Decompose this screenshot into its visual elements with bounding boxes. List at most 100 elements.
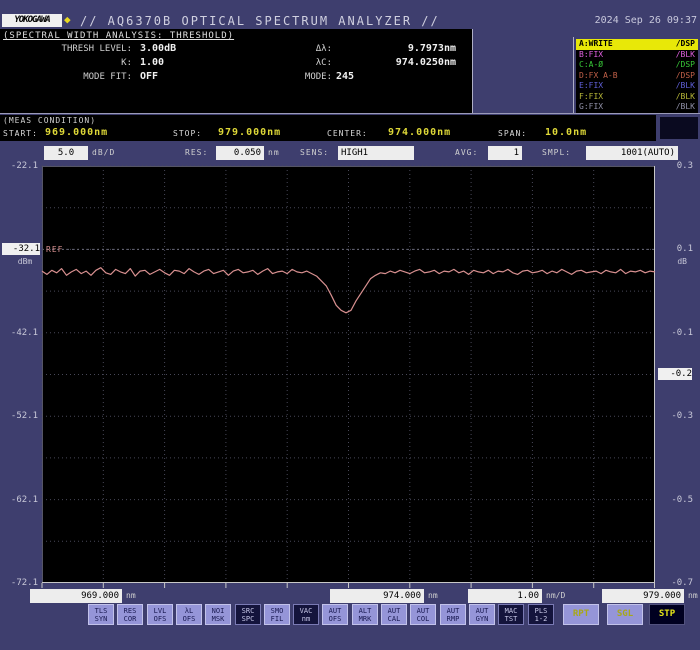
- center-wavelength-field[interactable]: 974.000: [330, 589, 424, 603]
- mode-fit-label: MODE FIT:: [0, 72, 132, 82]
- delta-lambda-value: 9.7973nm: [336, 43, 456, 54]
- trace-mode: /DSP: [676, 39, 695, 50]
- status-button-line2: FIL: [265, 615, 289, 623]
- trace-mode: /BLK: [676, 50, 695, 61]
- meas-field-label-0: START:: [3, 129, 38, 138]
- status-button-line2: TST: [499, 615, 523, 623]
- logo-diamond-icon: ◆: [64, 13, 71, 26]
- spectrum-chart: [42, 166, 655, 589]
- status-button-4[interactable]: NOIMSK: [205, 604, 231, 625]
- lambda-c-value: 974.0250nm: [336, 57, 456, 68]
- stp-button[interactable]: STP: [649, 604, 685, 625]
- sgl-button[interactable]: SGL: [607, 604, 643, 625]
- trace-mode: /BLK: [676, 92, 695, 103]
- trace-mode: /DSP: [676, 60, 695, 71]
- rpt-button[interactable]: RPT: [563, 604, 599, 625]
- right-axis-unit: dB: [657, 257, 687, 266]
- status-button-line1: AUT: [470, 607, 494, 615]
- meas-field-value-1: 979.000nm: [218, 127, 281, 138]
- status-button-line2: SYN: [89, 615, 113, 623]
- status-button-7[interactable]: VACnm: [293, 604, 319, 625]
- res-unit: nm: [268, 148, 280, 157]
- trace-row-b[interactable]: B:FIX/BLK: [576, 50, 698, 61]
- k-label: K:: [0, 58, 132, 68]
- status-button-13[interactable]: AUTGYN: [469, 604, 495, 625]
- avg-field[interactable]: 1: [488, 146, 522, 160]
- status-button-line1: λL: [177, 607, 201, 615]
- status-button-12[interactable]: AUTRMP: [440, 604, 466, 625]
- panel-divider: [472, 29, 473, 113]
- trace-row-c[interactable]: C:A-Ø/DSP: [576, 60, 698, 71]
- status-button-line1: VAC: [294, 607, 318, 615]
- trace-name: D:FX A-B: [579, 71, 618, 82]
- datetime: 2024 Sep 26 09:37: [595, 15, 697, 26]
- status-button-3[interactable]: λLOFS: [176, 604, 202, 625]
- right-axis-label-4: -0.5: [657, 494, 693, 506]
- right-axis-label-2: -0.1: [657, 327, 693, 339]
- status-button-10[interactable]: AUTCAL: [381, 604, 407, 625]
- status-button-line2: COR: [118, 615, 142, 623]
- meas-side-box: [660, 117, 698, 139]
- status-button-line1: NOI: [206, 607, 230, 615]
- trace-row-a[interactable]: A:WRITE/DSP: [576, 39, 698, 50]
- start-wavelength-field[interactable]: 969.000: [30, 589, 122, 603]
- status-button-line2: OFS: [177, 615, 201, 623]
- lambda-c-label: λC:: [240, 58, 332, 68]
- status-button-6[interactable]: SMOFIL: [264, 604, 290, 625]
- sens-label: SENS:: [300, 148, 329, 157]
- page-title: // AQ6370B OPTICAL SPECTRUM ANALYZER //: [80, 14, 440, 28]
- mode-count-label: MODE:: [240, 72, 332, 82]
- trace-row-f[interactable]: F:FIX/BLK: [576, 92, 698, 103]
- trace-row-e[interactable]: E:FIX/BLK: [576, 81, 698, 92]
- status-button-line2: 1-2: [529, 615, 553, 623]
- k-value: 1.00: [140, 57, 164, 68]
- status-button-0[interactable]: TLSSYN: [88, 604, 114, 625]
- stop-wavelength-field[interactable]: 979.000: [602, 589, 684, 603]
- status-button-line1: SMO: [265, 607, 289, 615]
- right-axis-label-3: -0.3: [657, 410, 693, 422]
- right-axis-label-5: -0.7: [657, 577, 693, 589]
- meas-field-value-2: 974.000nm: [388, 127, 451, 138]
- trace-row-g[interactable]: G:FIX/BLK: [576, 102, 698, 113]
- trace-row-d[interactable]: D:FX A-B/DSP: [576, 71, 698, 82]
- status-button-line1: AUT: [323, 607, 347, 615]
- status-button-line2: OFS: [148, 615, 172, 623]
- status-button-1[interactable]: RESCOR: [117, 604, 143, 625]
- stop-wavelength-unit: nm: [688, 591, 698, 600]
- level-scale-field[interactable]: 5.0: [44, 146, 88, 160]
- trace-mode: /BLK: [676, 81, 695, 92]
- yokogawa-logo: YOKOGAWA: [2, 14, 62, 27]
- meas-field-label-1: STOP:: [173, 129, 202, 138]
- status-button-line2: OFS: [323, 615, 347, 623]
- status-button-line2: nm: [294, 615, 318, 623]
- mode-fit-value: OFF: [140, 71, 158, 82]
- status-button-14[interactable]: MACTST: [498, 604, 524, 625]
- status-button-line1: AUT: [382, 607, 406, 615]
- status-button-15[interactable]: PLS1-2: [528, 604, 554, 625]
- analysis-header: (SPECTRAL WIDTH ANALYSIS: THRESHOLD): [3, 31, 234, 41]
- status-button-9[interactable]: ALTMRK: [352, 604, 378, 625]
- delta-lambda-label: Δλ:: [240, 44, 332, 54]
- meas-condition-panel: (MEAS CONDITION) START:969.000nmSTOP:979…: [0, 115, 656, 141]
- osa-screen: YOKOGAWA ◆ // AQ6370B OPTICAL SPECTRUM A…: [0, 0, 700, 650]
- status-button-line2: CAL: [382, 615, 406, 623]
- status-button-8[interactable]: AUTOFS: [322, 604, 348, 625]
- res-label: RES:: [185, 148, 208, 157]
- status-button-5[interactable]: SRCSPC: [235, 604, 261, 625]
- left-axis-label-4: -62.1: [0, 494, 38, 506]
- trace-name: G:FIX: [579, 102, 603, 113]
- status-button-line2: GYN: [470, 615, 494, 623]
- status-button-11[interactable]: AUTCOL: [410, 604, 436, 625]
- wavelength-per-div-field[interactable]: 1.00: [468, 589, 542, 603]
- smpl-label: SMPL:: [542, 148, 571, 157]
- sens-field[interactable]: HIGH1: [338, 146, 414, 160]
- meas-field-value-3: 10.0nm: [545, 127, 587, 138]
- status-button-line2: COL: [411, 615, 435, 623]
- left-axis-label-1: -32.1: [2, 243, 40, 255]
- status-button-2[interactable]: LVLOFS: [147, 604, 173, 625]
- smpl-field[interactable]: 1001(AUTO): [586, 146, 678, 160]
- wavelength-per-div-unit: nm/D: [546, 591, 565, 600]
- trace-mode: /BLK: [676, 102, 695, 113]
- trace-name: E:FIX: [579, 81, 603, 92]
- res-field[interactable]: 0.050: [216, 146, 264, 160]
